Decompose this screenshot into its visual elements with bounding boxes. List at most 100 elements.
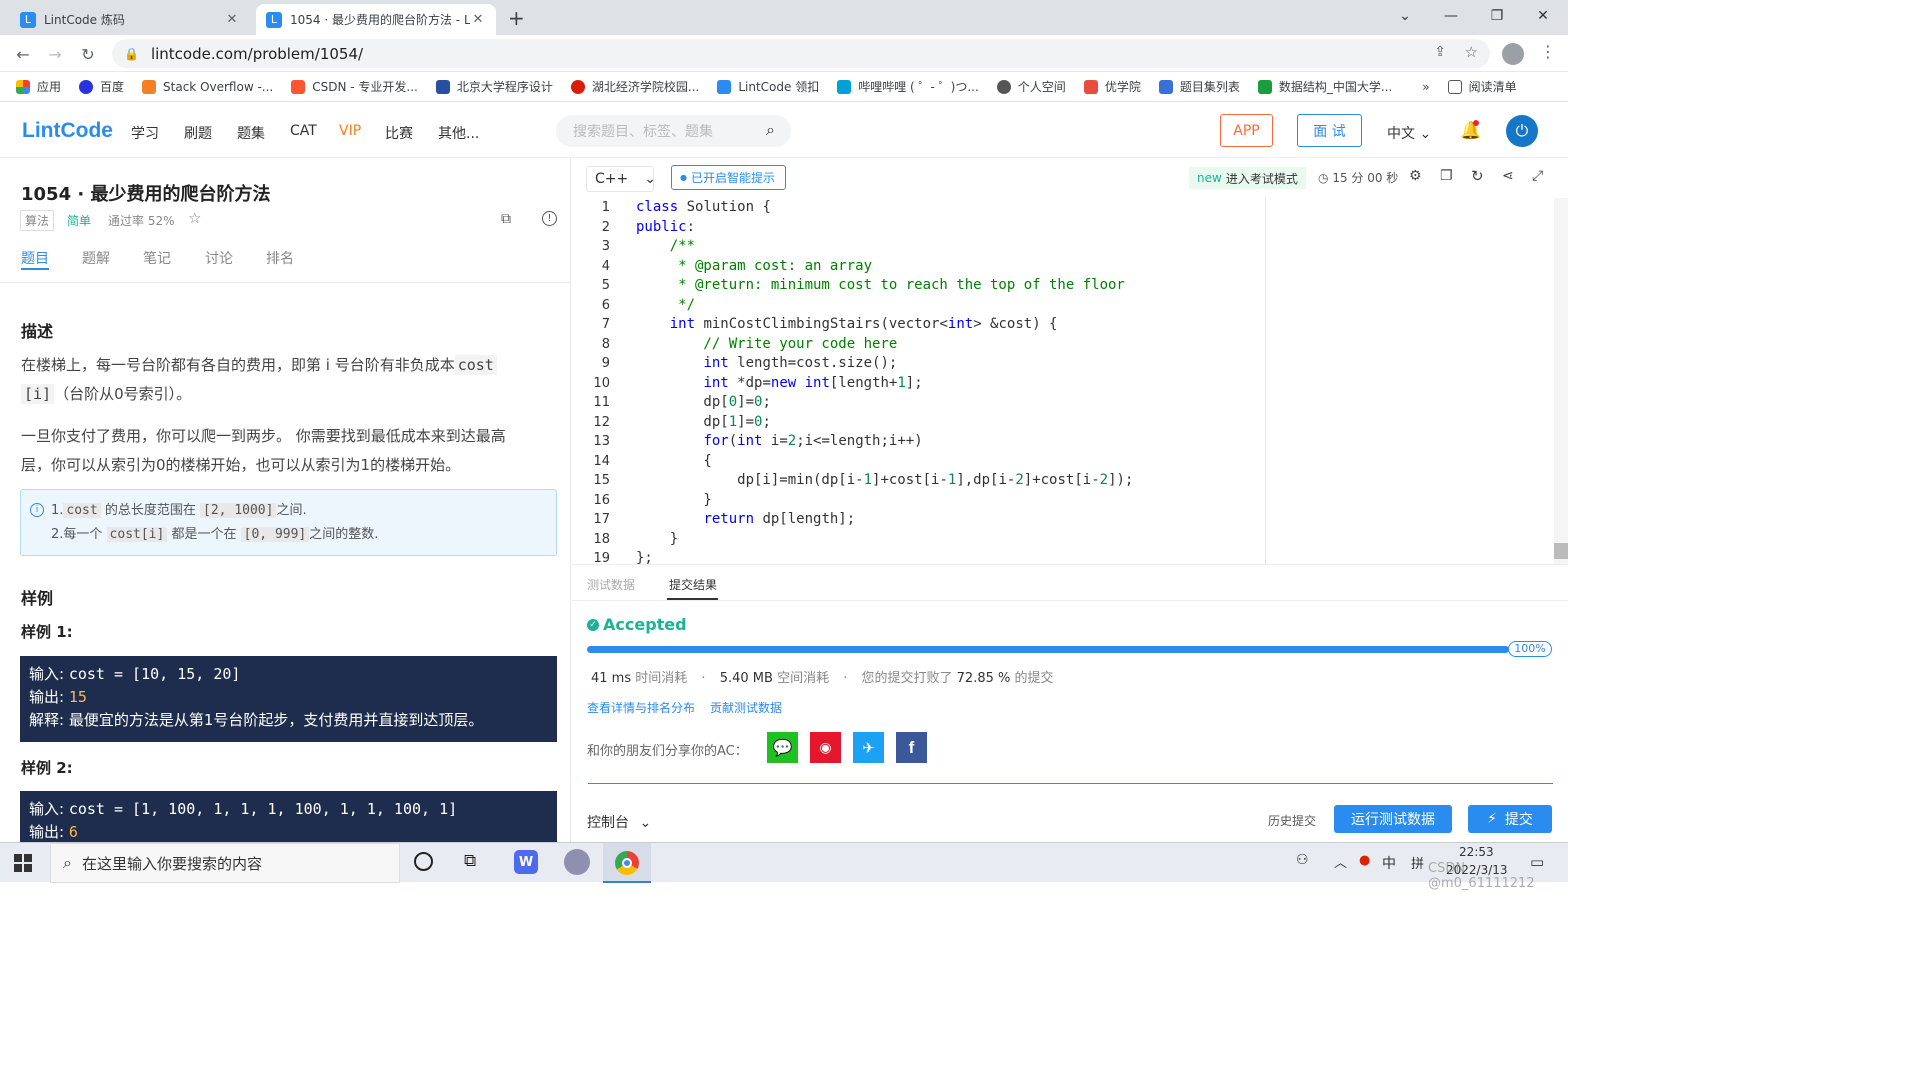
maximize-icon[interactable]: ❐	[1474, 0, 1520, 32]
line-number: 11	[593, 395, 610, 410]
run-tests-button[interactable]: 运行测试数据	[1334, 805, 1452, 833]
bookmark-csdn[interactable]: CSDN - 专业开发...	[291, 78, 418, 95]
lintcode-logo[interactable]: LintCode	[22, 119, 113, 143]
submit-button[interactable]: ⚡ 提交	[1468, 805, 1552, 833]
nav-vip[interactable]: VIP	[339, 123, 361, 139]
details-link[interactable]: 查看详情与排名分布	[587, 699, 695, 716]
tab-discussion[interactable]: 讨论	[205, 248, 233, 268]
close-icon[interactable]: ✕	[470, 12, 486, 27]
facebook-share-icon[interactable]: f	[896, 732, 927, 763]
nav-problem-sets[interactable]: 题集	[237, 123, 265, 143]
editor-scrollbar[interactable]	[1554, 198, 1568, 564]
tab-solutions[interactable]: 题解	[82, 248, 110, 268]
bookmark-problem-sets[interactable]: 题目集列表	[1158, 78, 1240, 95]
tab-submit-result[interactable]: 提交结果	[669, 576, 717, 593]
browser-tab-lintcode[interactable]: L LintCode 炼码 ✕	[10, 4, 250, 35]
wechat-share-icon[interactable]: 💬	[767, 732, 798, 763]
bookmarks-more-icon[interactable]: »	[1422, 80, 1429, 94]
taskbar-search-input[interactable]: ⌕ 在这里输入你要搜索的内容	[50, 843, 400, 883]
nav-cat[interactable]: CAT	[290, 123, 317, 139]
fullscreen-icon[interactable]: ⤢	[1532, 168, 1543, 184]
close-window-icon[interactable]: ✕	[1520, 0, 1566, 32]
tag-badge[interactable]: 算法	[20, 210, 55, 231]
site-search-input[interactable]: 搜索题目、标签、题集 ⌕	[556, 115, 791, 147]
report-icon[interactable]: !	[542, 211, 557, 226]
tab-ranking[interactable]: 排名	[266, 248, 294, 268]
bookmark-apps[interactable]: 应用	[16, 78, 61, 95]
language-select[interactable]: C++ ⌄	[586, 166, 656, 192]
exam-mode-button[interactable]: new 进入考试模式	[1189, 167, 1306, 189]
language-select[interactable]: 中文 ⌄	[1387, 123, 1431, 143]
bookmark-mooc[interactable]: 数据结构_中国大学...	[1257, 78, 1392, 95]
wps-app-icon[interactable]: W	[514, 850, 538, 874]
bookmark-poj[interactable]: 北京大学程序设计	[435, 78, 553, 95]
contribute-test-link[interactable]: 贡献测试数据	[710, 699, 782, 716]
nav-more[interactable]: 其他...	[438, 123, 479, 143]
favorite-star-icon[interactable]: ☆	[188, 209, 201, 227]
twitter-share-icon[interactable]: ✈	[853, 732, 884, 763]
copy-icon[interactable]: ❐	[1440, 168, 1453, 184]
bookmark-stackoverflow[interactable]: Stack Overflow -...	[142, 79, 273, 94]
browser-tab-problem[interactable]: L 1054 · 最少费用的爬台阶方法 - L ✕	[256, 4, 496, 35]
settings-gear-icon[interactable]: ⚙	[1409, 168, 1422, 184]
task-view-icon[interactable]: ⧉	[464, 851, 476, 871]
console-toggle[interactable]: 控制台 ⌄	[587, 812, 651, 832]
history-submissions-link[interactable]: 历史提交	[1268, 812, 1316, 829]
address-bar[interactable]: 🔒 lintcode.com/problem/1054/ ⇪ ☆	[112, 39, 1490, 68]
menu-kebab-icon[interactable]: ⋮	[1540, 42, 1556, 61]
profile-avatar-icon[interactable]	[1502, 43, 1524, 65]
notification-center-icon[interactable]: ▭	[1530, 853, 1544, 871]
code-line: * @param cost: an array	[636, 257, 873, 274]
user-app-icon[interactable]	[564, 849, 590, 875]
reset-icon[interactable]: ↻	[1471, 167, 1484, 185]
bookmark-personal-space[interactable]: 个人空间	[996, 78, 1066, 95]
share-icon[interactable]: ⋖	[1502, 168, 1514, 184]
new-tab-button[interactable]: +	[508, 6, 525, 30]
forward-icon[interactable]: →	[44, 43, 66, 65]
people-icon[interactable]: ⚇	[1296, 852, 1309, 868]
timer[interactable]: ◷ 15 分 00 秒	[1318, 169, 1398, 186]
share-icon[interactable]: ⇪	[1434, 44, 1446, 60]
tray-expand-icon[interactable]: ︿	[1334, 852, 1347, 871]
search-icon[interactable]: ⌕	[766, 120, 775, 140]
tab-problem[interactable]: 题目	[21, 248, 49, 268]
tab-notes[interactable]: 笔记	[143, 248, 171, 268]
clock-time[interactable]: 22:53	[1459, 845, 1494, 859]
bookmark-star-icon[interactable]: ☆	[1465, 43, 1478, 61]
app-button[interactable]: APP	[1220, 114, 1273, 147]
active-tab-underline	[21, 268, 49, 270]
bookmark-baidu[interactable]: 百度	[79, 78, 124, 95]
ime-chinese[interactable]: 中	[1382, 853, 1396, 873]
qq-tray-icon[interactable]: ●	[1359, 853, 1370, 868]
chrome-taskbar-button[interactable]	[603, 843, 651, 883]
user-avatar[interactable]: ⏻	[1506, 115, 1538, 147]
reload-icon[interactable]: ↻	[77, 43, 99, 65]
code-line: * @return: minimum cost to reach the top…	[636, 277, 1125, 293]
ime-pinyin[interactable]: 拼	[1411, 853, 1424, 872]
bookmark-ulearning[interactable]: 优学院	[1083, 78, 1141, 95]
weibo-share-icon[interactable]: ◉	[810, 732, 841, 763]
bilibili-icon	[837, 79, 852, 94]
translate-icon[interactable]: ⧉	[501, 211, 511, 227]
pass-rate: 通过率 52%	[108, 214, 175, 228]
line-number: 15	[593, 473, 610, 488]
interview-button[interactable]: 面 试	[1297, 114, 1362, 147]
cortana-icon[interactable]	[414, 852, 433, 871]
bookmark-hbue[interactable]: 湖北经济学院校园...	[570, 78, 699, 95]
nav-learn[interactable]: 学习	[131, 123, 159, 143]
close-icon[interactable]: ✕	[224, 12, 240, 27]
nav-practice[interactable]: 刷题	[184, 123, 212, 143]
smart-hint-toggle[interactable]: ● 已开启智能提示	[671, 165, 786, 190]
code-editor[interactable]: 1 2 3 4 5 6 7 8 9 10 11 12 13 14 15 16 17 18 19 class Solu…	[572, 198, 1568, 564]
tab-test-data[interactable]: 测试数据	[587, 576, 635, 593]
ulearning-icon	[1083, 79, 1098, 94]
bookmark-lintcode[interactable]: LintCode 领扣	[717, 78, 819, 95]
windows-start-icon[interactable]	[14, 854, 32, 872]
bookmark-bilibili[interactable]: 哔哩哔哩 ( ゜- ゜)つ...	[837, 78, 979, 95]
back-icon[interactable]: ←	[12, 43, 34, 65]
scrollbar-thumb[interactable]	[1554, 543, 1568, 559]
nav-contest[interactable]: 比赛	[385, 123, 413, 143]
reading-list[interactable]: 阅读清单	[1447, 78, 1517, 95]
minimize-icon[interactable]: —	[1428, 0, 1474, 32]
tab-search-icon[interactable]: ⌄	[1382, 0, 1428, 32]
